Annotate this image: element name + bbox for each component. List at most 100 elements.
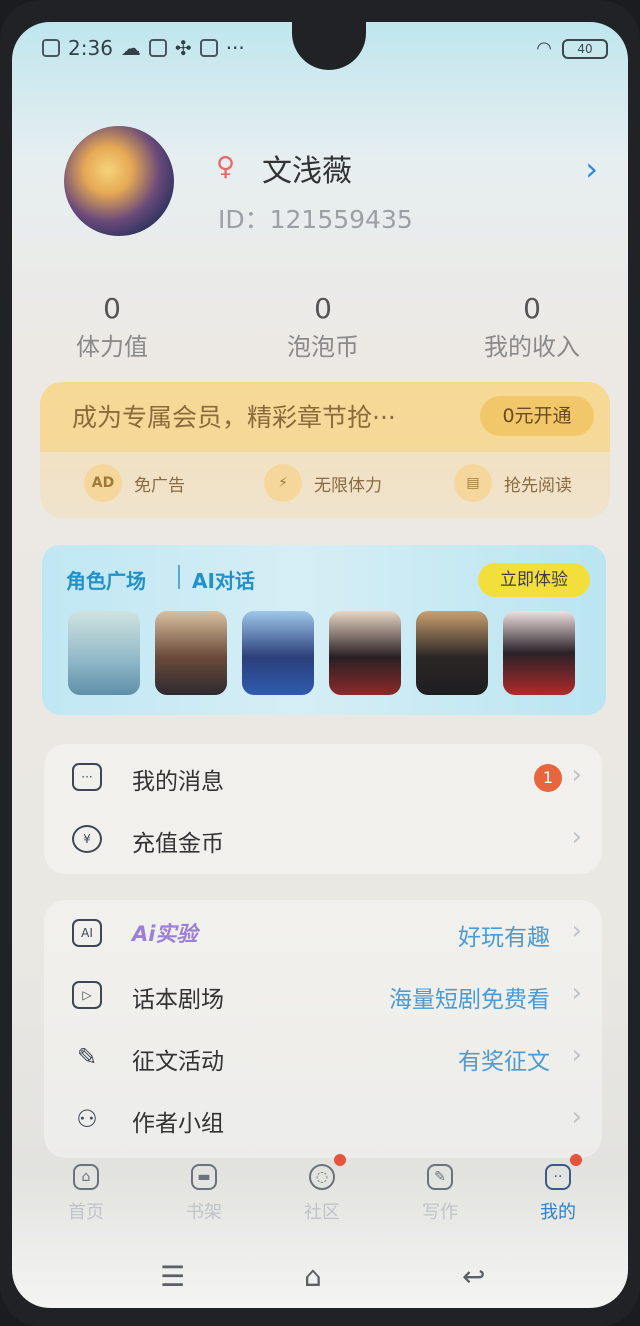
cloud-icon: ☁ xyxy=(120,36,141,60)
pen-icon: ✎ xyxy=(427,1164,453,1190)
fan-icon: ✣ xyxy=(174,36,192,60)
vip-banner[interactable]: 成为专属会员，精彩章节抢··· 0元开通 AD 免广告 ⚡ 无限体力 ▤ 抢先阅… xyxy=(40,382,610,518)
role-avatar[interactable] xyxy=(503,611,575,695)
pencil-icon: ✎ xyxy=(76,1043,98,1071)
menu-item-ai-lab[interactable]: AI Ai实验 好玩有趣 › xyxy=(44,902,602,964)
vip-activate-button[interactable]: 0元开通 xyxy=(480,396,594,436)
tab-label: 我的 xyxy=(540,1202,576,1223)
bookshelf-icon: ▬ xyxy=(191,1164,217,1190)
bottom-tab-bar: ⌂ 首页 ▬ 书架 ◌ 社区 ✎ 写作 ·· 我的 xyxy=(12,1154,628,1240)
role-avatar[interactable] xyxy=(329,611,401,695)
stat-bubble-coins[interactable]: 0 泡泡币 xyxy=(253,292,393,362)
ai-card-subtitle: AI对话 xyxy=(192,569,255,593)
stat-label: 我的收入 xyxy=(484,333,580,361)
role-avatar[interactable] xyxy=(155,611,227,695)
stat-value: 0 xyxy=(103,292,121,325)
planet-icon: ◌ xyxy=(309,1164,335,1190)
ai-role-card[interactable]: 角色广场 AI对话 立即体验 xyxy=(42,545,606,715)
stat-label: 体力值 xyxy=(76,333,148,361)
notification-dot xyxy=(570,1154,582,1166)
tab-label: 写作 xyxy=(422,1202,458,1223)
role-avatar[interactable] xyxy=(416,611,488,695)
vip-title: 成为专属会员，精彩章节抢··· xyxy=(72,403,396,432)
menu-item-theater[interactable]: ▷ 话本剧场 海量短剧免费看 › xyxy=(44,964,602,1026)
menu-item-value: 好玩有趣 xyxy=(458,925,550,951)
status-right: ◠ 40 xyxy=(536,38,608,59)
perk-label: 免广告 xyxy=(134,475,185,496)
role-avatar[interactable] xyxy=(68,611,140,695)
ai-card-title: 角色广场 xyxy=(66,569,146,593)
ad-icon: AD xyxy=(84,464,122,502)
menu-item-value: 海量短剧免费看 xyxy=(389,987,550,1013)
role-avatar[interactable] xyxy=(242,611,314,695)
back-icon[interactable]: ↩ xyxy=(462,1260,485,1293)
sim-icon xyxy=(42,39,60,57)
perk-no-ads: AD 免广告 xyxy=(84,464,185,502)
perk-unlimited-stamina: ⚡ 无限体力 xyxy=(264,464,382,502)
tab-label: 书架 xyxy=(186,1202,222,1223)
system-nav-bar: ☰ ⌂ ↩ xyxy=(12,1254,628,1298)
chevron-right-icon: › xyxy=(571,760,582,790)
vip-perks: AD 免广告 ⚡ 无限体力 ▤ 抢先阅读 xyxy=(40,460,610,506)
home-icon: ⌂ xyxy=(73,1164,99,1190)
female-icon: ♀ xyxy=(216,152,236,182)
chevron-right-icon: › xyxy=(571,1040,582,1070)
stat-stamina[interactable]: 0 体力值 xyxy=(42,292,182,362)
chevron-right-icon: › xyxy=(571,978,582,1008)
tab-write[interactable]: ✎ 写作 xyxy=(400,1164,480,1224)
chevron-right-icon: › xyxy=(571,822,582,852)
tab-me[interactable]: ·· 我的 xyxy=(518,1154,598,1224)
menu-item-label: 话本剧场 xyxy=(132,987,224,1013)
perk-early-read: ▤ 抢先阅读 xyxy=(454,464,572,502)
tab-home[interactable]: ⌂ 首页 xyxy=(46,1164,126,1224)
notification-dot xyxy=(334,1154,346,1166)
lightning-icon: ⚡ xyxy=(264,464,302,502)
video-notification-icon xyxy=(199,39,218,57)
chat-bubble-icon: ·· xyxy=(545,1164,571,1190)
more-icon: ··· xyxy=(225,36,245,60)
menu-item-label: 作者小组 xyxy=(132,1111,224,1137)
menu-item-writing-contest[interactable]: ✎ 征文活动 有奖征文 › xyxy=(44,1026,602,1088)
battery-indicator: 40 xyxy=(562,38,608,59)
wifi-icon: ◠ xyxy=(536,38,552,59)
avatar[interactable] xyxy=(64,126,174,236)
tab-bookshelf[interactable]: ▬ 书架 xyxy=(164,1164,244,1224)
stats-row: 0 体力值 0 泡泡币 0 我的收入 xyxy=(52,292,592,362)
chevron-right-icon: › xyxy=(571,1102,582,1132)
stat-value: 0 xyxy=(523,292,541,325)
coin-icon: ¥ xyxy=(72,825,102,853)
notification-badge: 1 xyxy=(534,764,562,792)
stat-label: 泡泡币 xyxy=(287,333,359,361)
status-left: 2:36 ☁ ✣ ··· xyxy=(42,36,245,60)
try-now-button[interactable]: 立即体验 xyxy=(478,563,590,597)
book-icon: ▤ xyxy=(454,464,492,502)
role-avatars xyxy=(68,611,575,695)
username: 文浅薇 xyxy=(262,154,352,189)
menu-item-author-group[interactable]: ⚇ 作者小组 › xyxy=(44,1088,602,1150)
phone-frame: 2:36 ☁ ✣ ··· ◠ 40 ♀ 文浅薇 ID：121559435 › 0… xyxy=(0,0,640,1326)
tab-label: 社区 xyxy=(304,1202,340,1223)
tab-label: 首页 xyxy=(68,1202,104,1223)
chevron-right-icon[interactable]: › xyxy=(585,150,598,188)
message-icon: ··· xyxy=(72,763,102,791)
home-icon[interactable]: ⌂ xyxy=(304,1260,322,1293)
menu-group-features: AI Ai实验 好玩有趣 › ▷ 话本剧场 海量短剧免费看 › ✎ 征文活动 有… xyxy=(44,900,602,1158)
user-id: ID：121559435 xyxy=(218,205,413,234)
menu-item-value: 有奖征文 xyxy=(458,1049,550,1075)
menu-item-label: 征文活动 xyxy=(132,1049,224,1075)
menu-item-label: 我的消息 xyxy=(132,769,224,795)
menu-item-messages[interactable]: ··· 我的消息 1 › xyxy=(44,746,602,808)
menu-item-label: Ai实验 xyxy=(132,922,198,946)
tab-community[interactable]: ◌ 社区 xyxy=(282,1154,362,1224)
app-screen: 2:36 ☁ ✣ ··· ◠ 40 ♀ 文浅薇 ID：121559435 › 0… xyxy=(12,22,628,1308)
divider xyxy=(178,565,180,589)
ai-home-icon: AI xyxy=(72,919,102,947)
menu-item-recharge[interactable]: ¥ 充值金币 › xyxy=(44,808,602,870)
users-icon: ⚇ xyxy=(76,1105,98,1133)
stat-income[interactable]: 0 我的收入 xyxy=(462,292,602,362)
status-time: 2:36 xyxy=(68,36,113,60)
menu-icon[interactable]: ☰ xyxy=(160,1260,185,1293)
menu-item-label: 充值金币 xyxy=(132,831,224,857)
chevron-right-icon: › xyxy=(571,916,582,946)
perk-label: 无限体力 xyxy=(314,475,382,496)
